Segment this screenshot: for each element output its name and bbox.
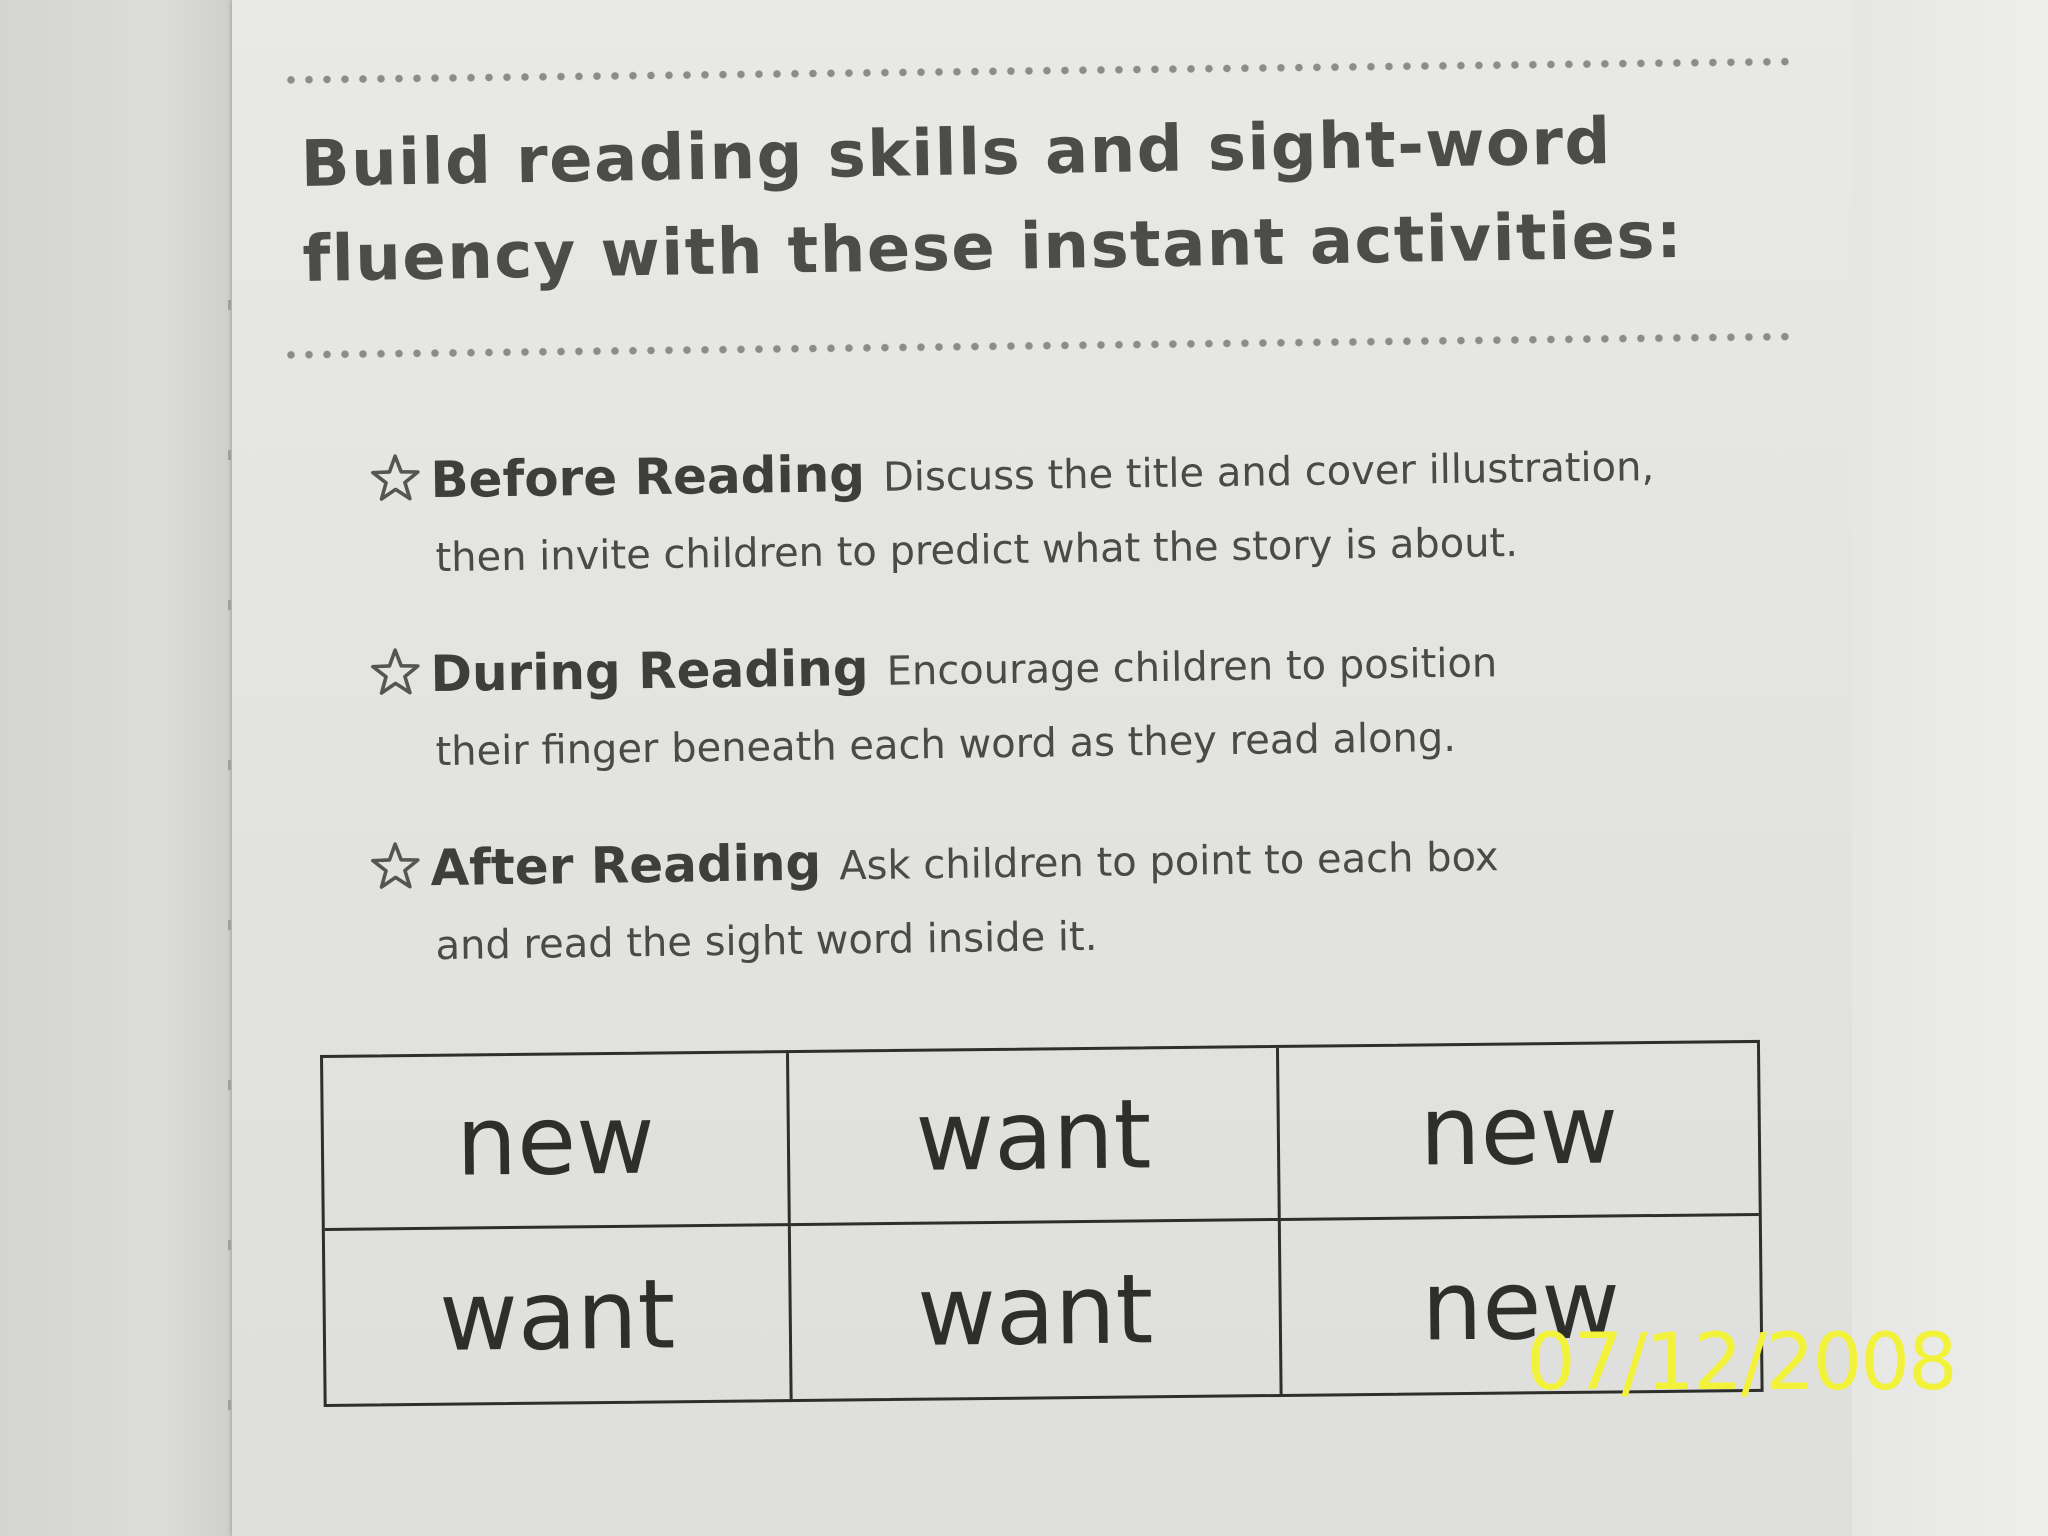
activity-during-reading: During Reading Encourage children to posi… — [368, 622, 1820, 786]
sight-word-cell: want — [790, 1220, 1283, 1400]
star-outline-icon — [368, 839, 423, 914]
sight-word-cell: want — [789, 1047, 1281, 1227]
binding-stitch — [228, 600, 231, 610]
sight-word-cell: new — [1278, 1042, 1759, 1221]
activity-before-reading: Before Reading Discuss the title and cove… — [368, 428, 1820, 592]
sight-word-cell: new — [323, 1053, 791, 1231]
activity-title: During Reading — [430, 639, 869, 704]
binding-stitch — [228, 760, 231, 770]
binding-stitch — [228, 1240, 231, 1250]
activity-after-reading: After Reading Ask children to point to ea… — [368, 816, 1820, 980]
background-surface — [1852, 0, 2048, 1536]
activity-title: After Reading — [430, 833, 822, 898]
sight-word-cell: want — [324, 1226, 793, 1404]
adjacent-page — [0, 0, 232, 1536]
star-outline-icon — [368, 645, 423, 720]
activity-text: Encourage children to position — [886, 640, 1498, 695]
activity-title: Before Reading — [430, 445, 866, 510]
star-outline-icon — [368, 451, 423, 526]
activity-text: Ask children to point to each box — [838, 834, 1499, 890]
page-heading: Build reading skills and sight-word flue… — [300, 91, 1823, 307]
binding-stitch — [228, 920, 231, 930]
activity-text: Discuss the title and cover illustration… — [882, 444, 1655, 501]
binding-stitch — [228, 1080, 231, 1090]
binding-stitch — [228, 450, 231, 460]
binding-stitch — [228, 1400, 231, 1410]
binding-stitch — [228, 300, 231, 310]
camera-date-stamp: 07/12/2008 — [1526, 1318, 1958, 1408]
